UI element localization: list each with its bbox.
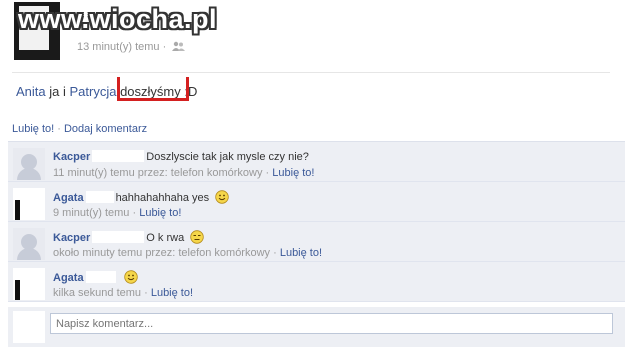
- post-actions: Lubię to! · Dodaj komentarz: [12, 123, 147, 135]
- commenter-avatar[interactable]: [13, 228, 45, 260]
- redacted-name: [85, 191, 114, 203]
- comment-text: Kacper Doszlyscie tak jak mysle czy nie?: [53, 150, 309, 163]
- comment-like-button[interactable]: Lubię to!: [151, 287, 193, 299]
- post-text-end: :D: [180, 84, 198, 99]
- comment-text: Kacper O k rwa: [53, 230, 204, 244]
- highlighted-word-text: doszłyśmy: [120, 84, 181, 99]
- comment-text: Agata hahhahahhaha yes: [53, 190, 229, 204]
- unamused-emoji-icon: [190, 230, 204, 244]
- comment-item: Kacper O k rwa około minuty temu przez: t…: [8, 222, 625, 262]
- commenter-avatar[interactable]: [13, 188, 45, 220]
- comment-author[interactable]: Agata: [53, 192, 84, 204]
- comment-meta: 11 minut(y) temu przez: telefon komórkow…: [53, 167, 315, 179]
- add-comment-button[interactable]: Dodaj komentarz: [64, 123, 147, 135]
- comments-list: Kacper Doszlyscie tak jak mysle czy nie? …: [8, 141, 625, 302]
- post-time-text[interactable]: 13 minut(y) temu: [77, 41, 160, 53]
- redacted-name: [92, 231, 145, 243]
- watermark-logo: www.wiocha.pl: [18, 4, 218, 34]
- redacted-name: [85, 271, 116, 283]
- comment-time: 11 minut(y) temu przez: telefon komórkow…: [53, 167, 263, 179]
- like-button[interactable]: Lubię to!: [12, 123, 54, 135]
- comment-like-button[interactable]: Lubię to!: [272, 167, 314, 179]
- comment-author[interactable]: Kacper: [53, 232, 90, 244]
- divider: [12, 72, 610, 73]
- comment-like-button[interactable]: Lubię to!: [280, 247, 322, 259]
- comment-time: 9 minut(y) temu: [53, 207, 130, 219]
- comment-author[interactable]: Agata: [53, 272, 84, 284]
- comment-text: Agata: [53, 270, 138, 284]
- redacted-name: [92, 150, 145, 162]
- comment-item: Agata hahhahahhaha yes 9 minut(y) temu · …: [8, 182, 625, 222]
- comment-author[interactable]: Kacper: [53, 151, 90, 163]
- commenter-avatar[interactable]: [13, 148, 45, 180]
- mention-link[interactable]: Patrycja: [69, 84, 116, 99]
- comment-meta: około minuty temu przez: telefon komórko…: [53, 247, 323, 259]
- comment-body: O k rwa: [146, 232, 185, 244]
- comment-body: hahhahahhaha yes: [115, 192, 210, 204]
- comment-time: kilka sekund temu: [53, 287, 142, 299]
- comment-item: Kacper Doszlyscie tak jak mysle czy nie? …: [8, 142, 625, 182]
- comment-meta: 9 minut(y) temu · Lubię to!: [53, 207, 182, 219]
- write-comment-area: [8, 307, 625, 347]
- post-header: www.wiocha.pl 13 minut(y) temu ·: [0, 0, 625, 70]
- write-comment-input[interactable]: [50, 313, 613, 334]
- current-user-avatar: [13, 311, 45, 343]
- smile-emoji-icon: [123, 270, 138, 284]
- post-timestamp: 13 minut(y) temu ·: [77, 41, 186, 53]
- post-author-link[interactable]: Anita: [16, 84, 46, 99]
- post-text-part: ja i: [45, 84, 70, 99]
- post-message: Anita ja i Patrycja doszłyśmy :D: [16, 77, 198, 101]
- smile-emoji-icon: [215, 190, 229, 204]
- action-separator: ·: [54, 123, 64, 135]
- friends-icon[interactable]: [172, 41, 186, 51]
- highlighted-word: doszłyśmy: [117, 77, 190, 101]
- commenter-avatar[interactable]: [13, 268, 45, 300]
- comment-time: około minuty temu przez: telefon komórko…: [53, 247, 271, 259]
- comment-meta: kilka sekund temu · Lubię to!: [53, 287, 194, 299]
- comment-like-button[interactable]: Lubię to!: [139, 207, 181, 219]
- comment-item: Agata kilka sekund temu · Lubię to!: [8, 262, 625, 302]
- comment-body: Doszlyscie tak jak mysle czy nie?: [146, 151, 309, 163]
